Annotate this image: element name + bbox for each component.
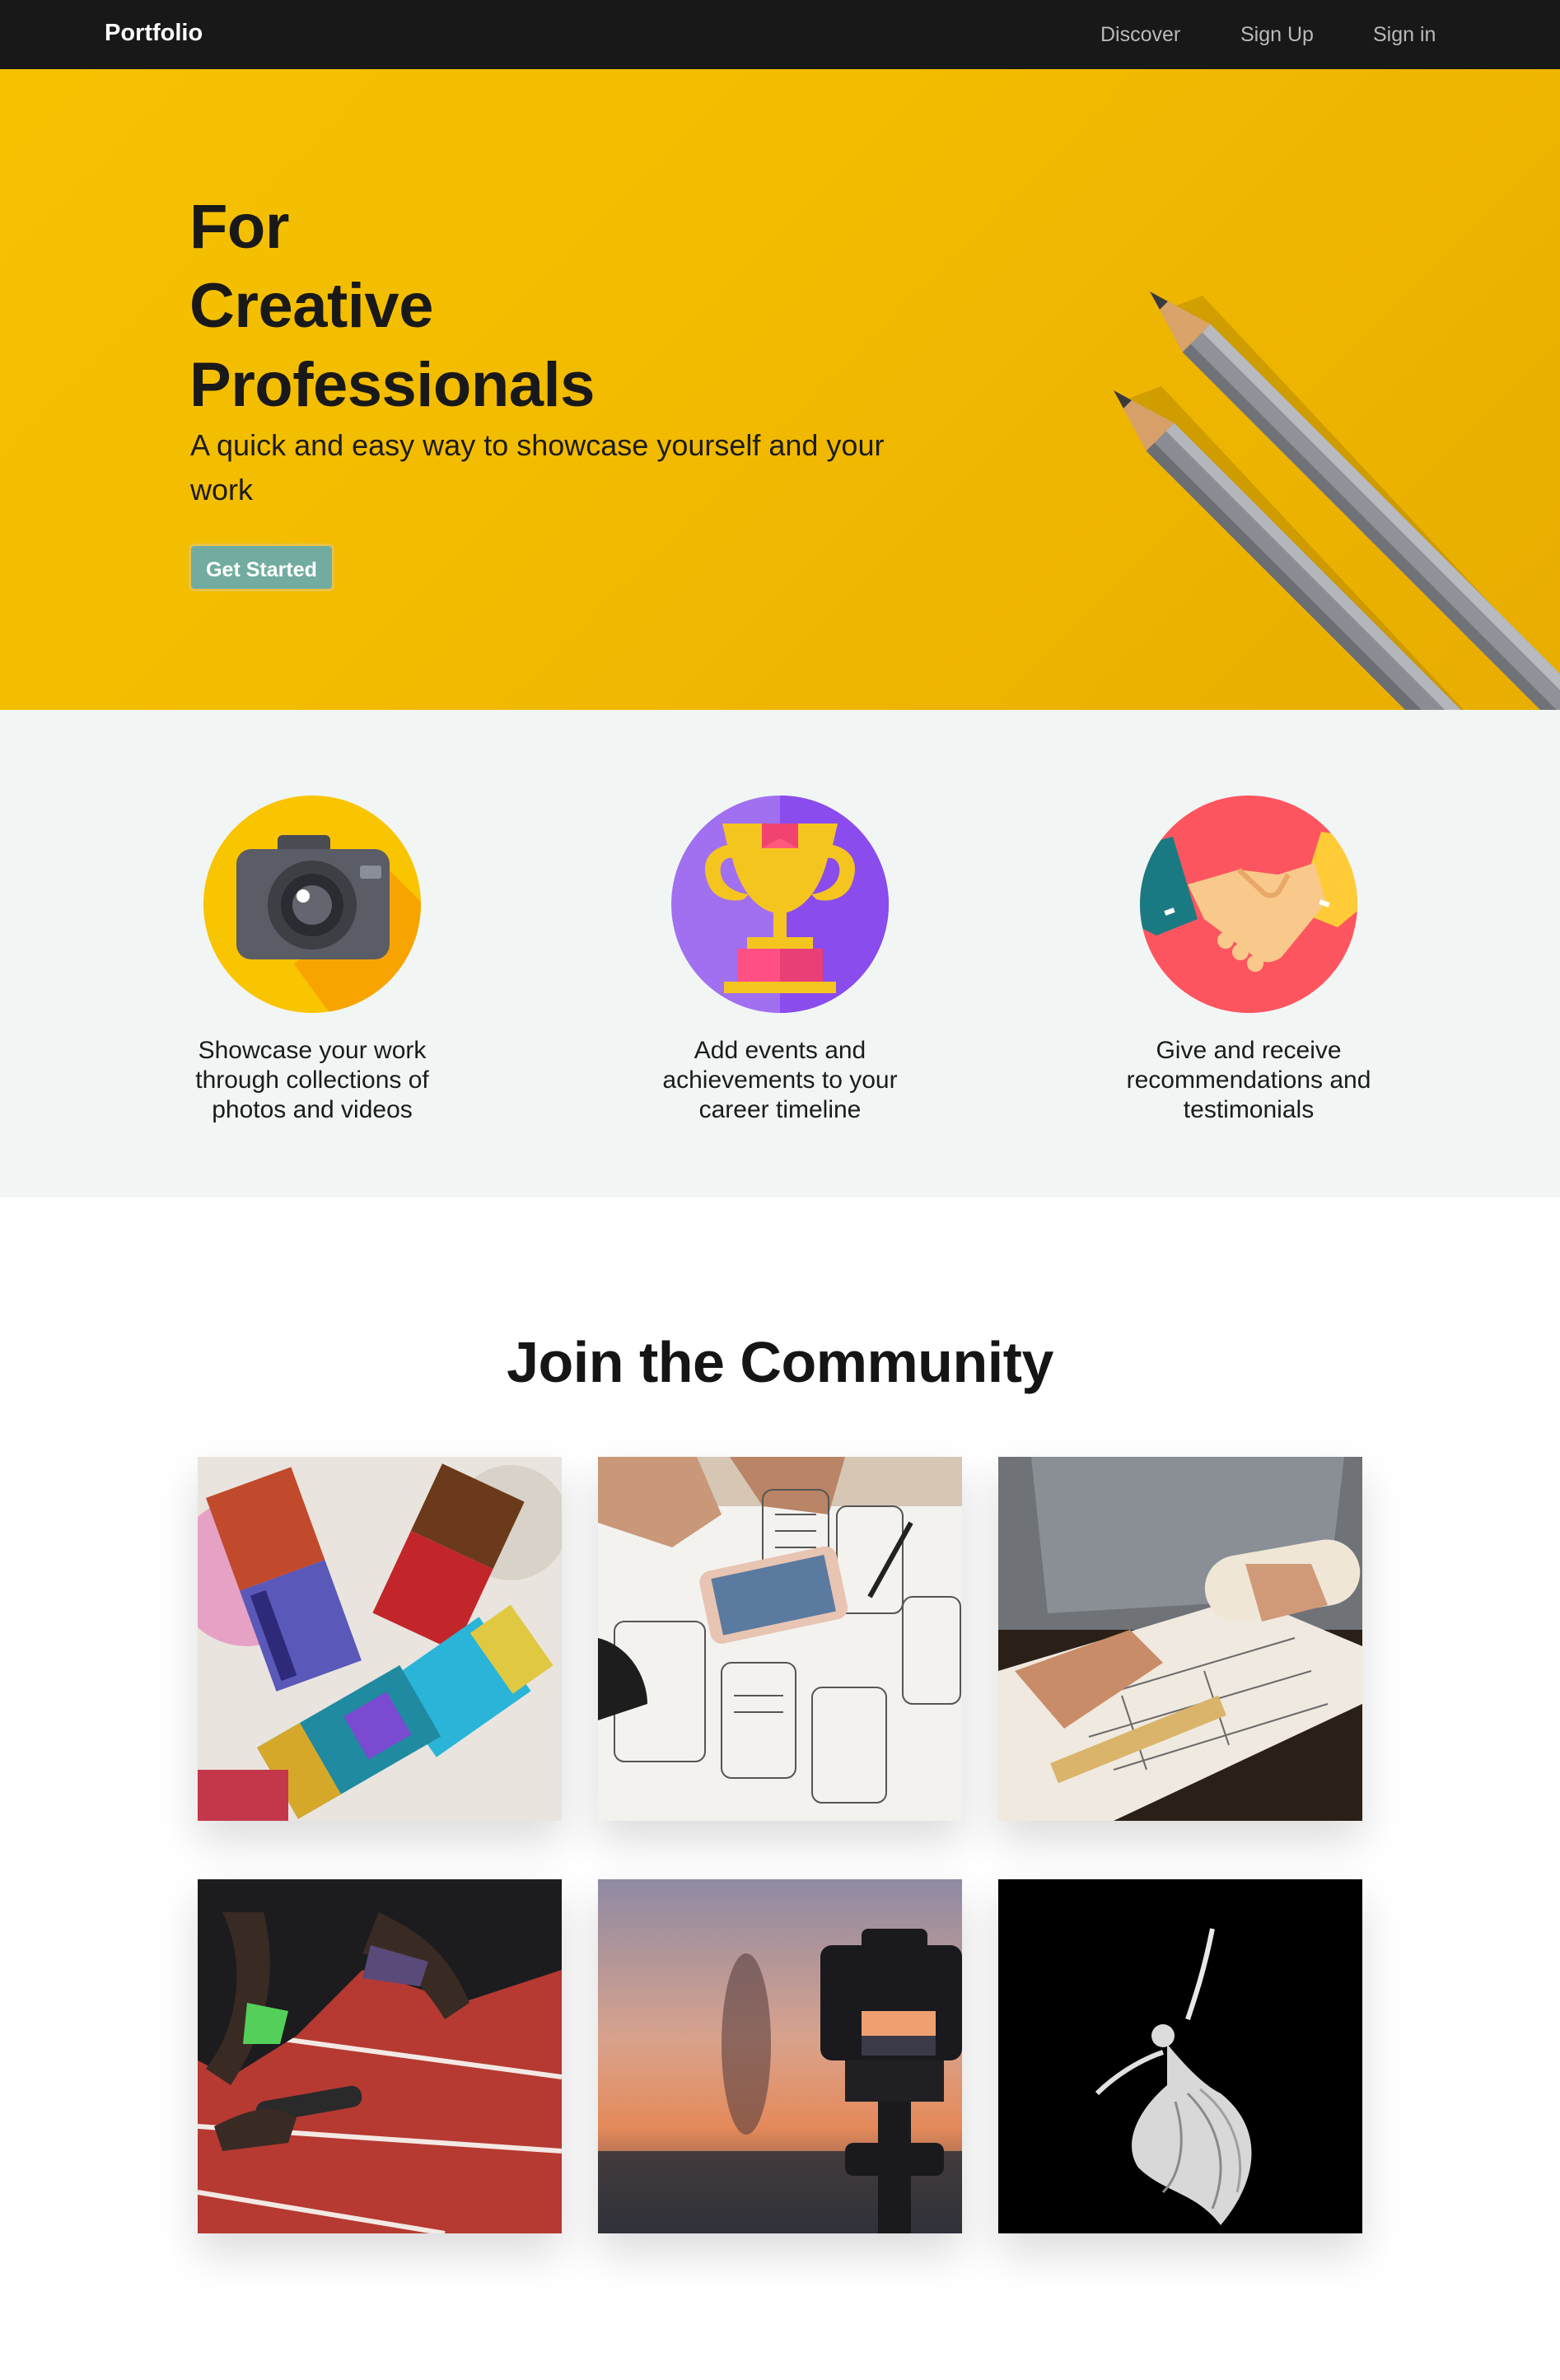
pencils-image: [1114, 292, 1560, 710]
hero-title-line: Creative: [189, 271, 433, 341]
brand-logo[interactable]: Portfolio: [105, 20, 203, 47]
community-image-paint-brushes[interactable]: [198, 1457, 562, 1821]
camera-sunset-image: [598, 1879, 962, 2233]
get-started-button[interactable]: Get Started: [189, 544, 334, 591]
hero-title-line: For: [189, 192, 289, 262]
feature-item-timeline: Add events and achievements to your care…: [632, 796, 928, 1125]
feature-text: Showcase your work through collections o…: [195, 1037, 429, 1123]
nav-link-sign-up[interactable]: Sign Up: [1240, 23, 1314, 47]
top-navbar: Portfolio Discover Sign Up Sign in: [0, 0, 1560, 69]
features-section: Showcase your work through collections o…: [0, 710, 1560, 1197]
wireframe-sketching-image: [598, 1457, 962, 1821]
nav-link-discover[interactable]: Discover: [1100, 23, 1180, 47]
feature-item-showcase: Showcase your work through collections o…: [164, 796, 460, 1125]
paint-brushes-image: [198, 1457, 562, 1821]
nav-link-sign-in[interactable]: Sign in: [1373, 23, 1436, 47]
community-image-camera-sunset[interactable]: [598, 1879, 962, 2233]
hero-subtitle: A quick and easy way to showcase yoursel…: [190, 428, 885, 506]
handshake-icon: [1140, 796, 1357, 1013]
community-image-wireframe-sketching[interactable]: [598, 1457, 962, 1821]
feature-text: Give and receive recommendations and tes…: [1126, 1037, 1371, 1123]
ballet-dancer-image: [998, 1879, 1362, 2233]
community-image-ballet-dancer[interactable]: [998, 1879, 1362, 2233]
trophy-icon: [671, 796, 889, 1013]
community-title: Join the Community: [507, 1330, 1053, 1394]
hero-section: For Creative Professionals A quick and e…: [0, 69, 1560, 710]
community-image-sprinter-start[interactable]: [198, 1879, 562, 2233]
sprinter-start-image: [198, 1879, 562, 2233]
architect-drawing-image: [998, 1457, 1362, 1821]
hero-title: For Creative Professionals: [189, 188, 766, 425]
feature-text: Add events and achievements to your care…: [662, 1037, 898, 1123]
camera-icon: [203, 796, 421, 1013]
hero-title-line: Professionals: [189, 350, 595, 420]
community-image-architect-drawing[interactable]: [998, 1457, 1362, 1821]
feature-item-recommendations: Give and receive recommendations and tes…: [1100, 796, 1397, 1125]
